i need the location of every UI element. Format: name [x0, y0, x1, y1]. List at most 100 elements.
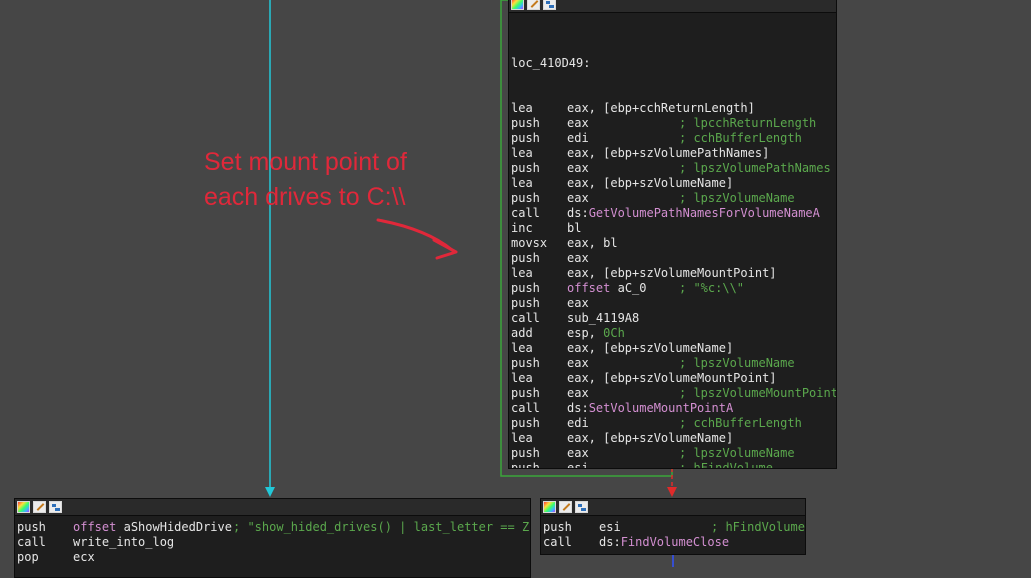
instruction-line[interactable]: push esi ; hFindVolume: [511, 461, 836, 469]
operand[interactable]: bl: [567, 221, 581, 235]
instruction-line[interactable]: call ds:GetVolumePathNamesForVolumeNameA: [511, 206, 836, 221]
operand[interactable]: eax: [567, 356, 589, 370]
instruction-line[interactable]: lea eax, [ebp+szVolumeName]: [511, 341, 836, 356]
edit-pencil-icon[interactable]: [527, 0, 540, 10]
instruction-line[interactable]: call ds:FindVolumeClose: [543, 535, 805, 550]
operand[interactable]: eax: [567, 296, 589, 310]
code-block-log-message[interactable]: push offset aShowHidedDrive; "show_hided_…: [14, 498, 531, 578]
operand[interactable]: eax, [ebp+szVolumeName]: [567, 176, 733, 190]
instruction-line[interactable]: push esi ; hFindVolume: [543, 520, 805, 535]
operand[interactable]: eax: [567, 161, 589, 175]
instruction-line[interactable]: push eax ; lpszVolumePathNames: [511, 161, 836, 176]
api-function-name[interactable]: SetVolumeMountPointA: [589, 401, 734, 415]
instruction-line[interactable]: movsx eax, bl: [511, 236, 836, 251]
operand[interactable]: edi: [567, 416, 589, 430]
operand[interactable]: eax, bl: [567, 236, 618, 250]
annotation-line-1: Set mount point of: [204, 148, 407, 176]
comment: ; cchBufferLength: [679, 416, 802, 430]
mnemonic: push: [543, 520, 572, 534]
mnemonic: lea: [511, 146, 533, 160]
operand-group: eax, [ebp+szVolumeName]: [567, 176, 733, 191]
instruction-line[interactable]: push offset aShowHidedDrive; "show_hided_…: [17, 520, 530, 535]
instruction-line[interactable]: call sub_4119A8: [511, 311, 836, 326]
comment: ; hFindVolume: [679, 461, 773, 469]
operand[interactable]: eax: [567, 446, 589, 460]
operand-group: eax: [567, 356, 679, 371]
operand[interactable]: eax, [ebp+szVolumeName]: [567, 341, 733, 355]
location-label[interactable]: loc_410D49:: [511, 56, 836, 71]
instruction-line[interactable]: lea eax, [ebp+szVolumeName]: [511, 431, 836, 446]
operand-group: eax: [567, 386, 679, 401]
code-block-loc-410d49[interactable]: loc_410D49: lea eax, [ebp+cchReturnLength…: [508, 0, 837, 469]
mnemonic: push: [511, 416, 540, 430]
comment: ; cchBufferLength: [679, 131, 802, 145]
instruction-line[interactable]: push eax ; lpcchReturnLength: [511, 116, 836, 131]
graph-overview-icon[interactable]: [543, 0, 556, 10]
color-palette-icon[interactable]: [511, 0, 524, 10]
operand[interactable]: esi: [567, 461, 589, 468]
instruction-line[interactable]: push edi ; cchBufferLength: [511, 131, 836, 146]
operand[interactable]: eax, [ebp+szVolumePathNames]: [567, 146, 769, 160]
operand[interactable]: ecx: [73, 550, 95, 564]
operand[interactable]: eax, [ebp+szVolumeName]: [567, 431, 733, 445]
instruction-line[interactable]: lea eax, [ebp+szVolumeName]: [511, 176, 836, 191]
mnemonic: movsx: [511, 236, 548, 250]
operand[interactable]: esp,: [567, 326, 596, 340]
operand[interactable]: aShowHidedDrive: [124, 520, 232, 534]
operand-group: edi: [567, 416, 679, 431]
instruction-line[interactable]: call ds:SetVolumeMountPointA: [511, 401, 836, 416]
instruction-line[interactable]: push eax ; lpszVolumeMountPoint: [511, 386, 836, 401]
operand-group: eax, [ebp+cchReturnLength]: [567, 101, 755, 116]
instruction-line[interactable]: call write_into_log: [17, 535, 530, 550]
edit-pencil-icon[interactable]: [559, 501, 572, 513]
color-palette-icon[interactable]: [17, 501, 30, 513]
instruction-line[interactable]: inc bl: [511, 221, 836, 236]
operand[interactable]: eax: [567, 251, 589, 265]
operand[interactable]: edi: [567, 131, 589, 145]
comment: ; "%c:\\": [679, 281, 745, 295]
operand[interactable]: eax: [567, 116, 589, 130]
instruction-line[interactable]: push eax ; lpszVolumeName: [511, 191, 836, 206]
edit-pencil-icon[interactable]: [33, 501, 46, 513]
graph-overview-icon[interactable]: [575, 501, 588, 513]
mnemonic: pop: [17, 550, 39, 564]
operand[interactable]: eax: [567, 386, 589, 400]
operand-group: eax: [567, 116, 679, 131]
operand-group: eax, [ebp+szVolumeName]: [567, 431, 733, 446]
instruction-line[interactable]: add esp, 0Ch: [511, 326, 836, 341]
instruction-line[interactable]: push eax: [511, 251, 836, 266]
instruction-line[interactable]: lea eax, [ebp+cchReturnLength]: [511, 101, 836, 116]
api-function-name[interactable]: FindVolumeClose: [621, 535, 729, 549]
immediate-value: 0Ch: [603, 326, 625, 340]
operand-group: edi: [567, 131, 679, 146]
graph-overview-icon[interactable]: [49, 501, 62, 513]
operand[interactable]: eax, [ebp+cchReturnLength]: [567, 101, 755, 115]
operand-group: eax, bl: [567, 236, 679, 251]
instruction-line[interactable]: lea eax, [ebp+szVolumePathNames]: [511, 146, 836, 161]
mnemonic: call: [511, 401, 540, 415]
operand-group: eax: [567, 161, 679, 176]
mnemonic: lea: [511, 176, 533, 190]
instruction-line[interactable]: lea eax, [ebp+szVolumeMountPoint]: [511, 371, 836, 386]
instruction-line[interactable]: pop ecx: [17, 550, 530, 565]
operand[interactable]: aC_0: [618, 281, 647, 295]
instruction-line[interactable]: push offset aC_0; "%c:\\": [511, 281, 836, 296]
color-palette-icon[interactable]: [543, 501, 556, 513]
instruction-line[interactable]: push edi ; cchBufferLength: [511, 416, 836, 431]
operand[interactable]: eax: [567, 191, 589, 205]
block-header: [541, 499, 805, 516]
instruction-line[interactable]: lea eax, [ebp+szVolumeMountPoint]: [511, 266, 836, 281]
operand[interactable]: sub_4119A8: [567, 311, 639, 325]
operand[interactable]: eax, [ebp+szVolumeMountPoint]: [567, 266, 777, 280]
instruction-line[interactable]: push eax ; lpszVolumeName: [511, 446, 836, 461]
mnemonic: lea: [511, 431, 533, 445]
instruction-line[interactable]: push eax: [511, 296, 836, 311]
operand-group: ecx: [73, 550, 233, 565]
operand[interactable]: esi: [599, 520, 621, 534]
operand[interactable]: write_into_log: [73, 535, 174, 549]
instruction-line[interactable]: push eax ; lpszVolumeName: [511, 356, 836, 371]
operand[interactable]: eax, [ebp+szVolumeMountPoint]: [567, 371, 777, 385]
operand-group: eax, [ebp+szVolumeMountPoint]: [567, 266, 777, 281]
code-block-find-volume-close[interactable]: push esi ; hFindVolume call ds:FindVolumeClo…: [540, 498, 806, 555]
api-function-name[interactable]: GetVolumePathNamesForVolumeNameA: [589, 206, 820, 220]
